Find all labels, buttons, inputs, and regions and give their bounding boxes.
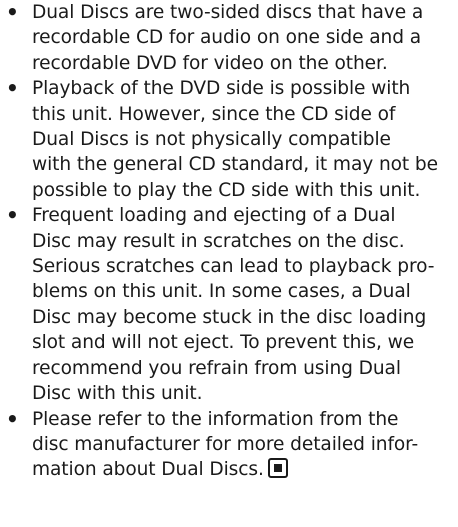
- list-item: • Playback of the DVD side is possible w…: [0, 76, 458, 203]
- text-line: Frequent loading and ejecting of a Dual: [32, 205, 396, 227]
- text-line: this unit. However, since the CD side of: [32, 103, 396, 125]
- bullet-icon: •: [6, 203, 19, 228]
- text-line: Serious scratches can lead to playback p…: [32, 256, 435, 278]
- text-line: recordable DVD for video on the other.: [32, 52, 388, 74]
- document-page: • Dual Discs are two-sided discs that ha…: [0, 0, 458, 527]
- text-line: Playback of the DVD side is possible wit…: [32, 78, 411, 100]
- text-line: recordable CD for audio on one side and …: [32, 27, 422, 49]
- list-item: • Frequent loading and ejecting of a Dua…: [0, 203, 458, 406]
- text-line: disc manufacturer for more detailed info…: [32, 433, 419, 455]
- text-line: possible to play the CD side with this u…: [32, 179, 421, 201]
- text-line: Dual Discs are two-sided discs that have…: [32, 2, 424, 23]
- bullet-icon: •: [6, 406, 19, 431]
- text-line: recommend you refrain from using Dual: [32, 357, 401, 379]
- text-line: with the general CD standard, it may not…: [32, 154, 438, 176]
- text-line: blems on this unit. In some cases, a Dua…: [32, 281, 411, 303]
- text-line: Disc with this unit.: [32, 383, 203, 405]
- text-line: slot and will not eject. To prevent this…: [32, 332, 415, 354]
- bullet-list: • Dual Discs are two-sided discs that ha…: [0, 0, 458, 483]
- list-item: • Please refer to the information from t…: [0, 407, 458, 483]
- last-text-line: mation about Dual Discs.: [32, 457, 458, 482]
- list-item: • Dual Discs are two-sided discs that ha…: [0, 0, 458, 76]
- text-line: Disc may become stuck in the disc loadin…: [32, 306, 427, 328]
- stop-square-icon: [267, 458, 288, 479]
- text-line: Dual Discs is not physically compatible: [32, 129, 391, 151]
- bullet-icon: •: [6, 0, 19, 24]
- bullet-icon: •: [6, 76, 19, 101]
- text-line: Disc may result in scratches on the disc…: [32, 230, 405, 252]
- text-line: mation about Dual Discs.: [32, 459, 264, 481]
- text-line: Please refer to the information from the: [32, 408, 399, 430]
